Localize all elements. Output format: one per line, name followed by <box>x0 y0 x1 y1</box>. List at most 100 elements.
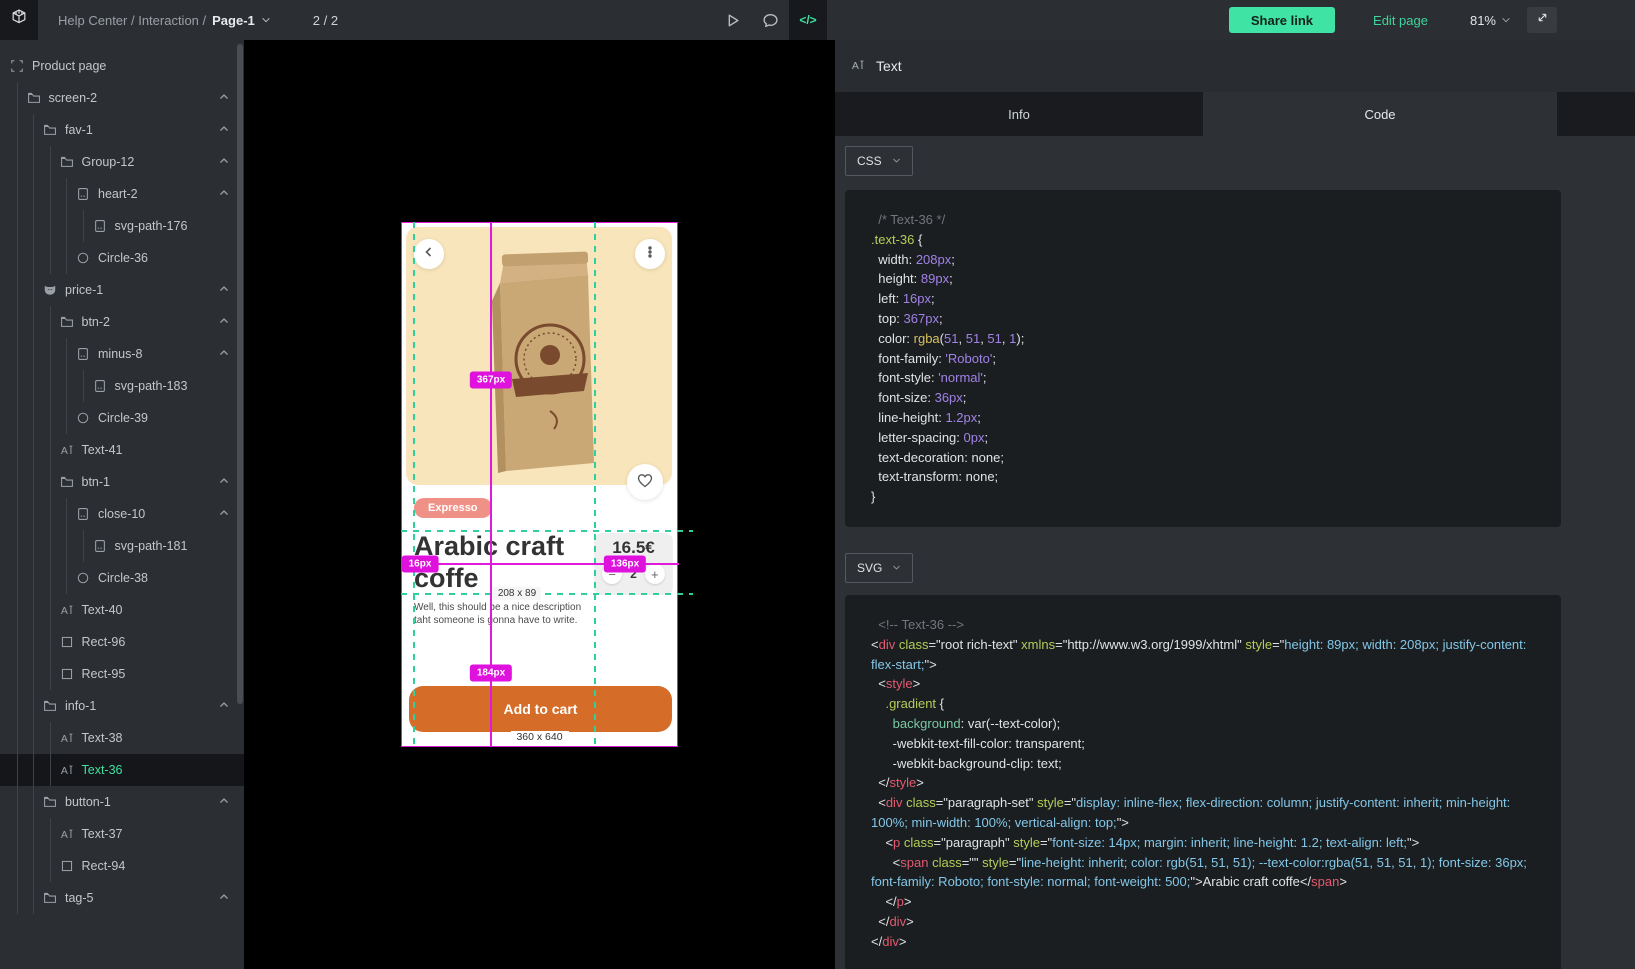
tree-indent-guide <box>17 82 18 114</box>
layer-row-rect-94[interactable]: Rect-94 <box>0 850 244 882</box>
play-icon[interactable] <box>713 0 751 40</box>
layer-row-rect-95[interactable]: Rect-95 <box>0 658 244 690</box>
layer-row-screen-2[interactable]: screen-2 <box>0 82 244 114</box>
rect-icon <box>60 635 74 649</box>
breadcrumb[interactable]: Help Center / Interaction / Page-1 <box>58 13 271 28</box>
code-line: -webkit-text-fill-color: transparent; <box>871 734 1541 754</box>
layer-row-circle-39[interactable]: Circle-39 <box>0 402 244 434</box>
chevron-up-icon[interactable] <box>218 891 230 903</box>
breadcrumb-prefix[interactable]: Help Center / Interaction / <box>58 13 206 28</box>
svg-code-block[interactable]: <!-- Text-36 --><div class="root rich-te… <box>845 595 1561 969</box>
layer-label: Rect-94 <box>82 859 126 873</box>
chevron-up-icon[interactable] <box>218 283 230 295</box>
code-line: height: 89px; <box>871 269 1541 289</box>
layer-row-text-41[interactable]: AText-41 <box>0 434 244 466</box>
fullscreen-icon <box>1536 11 1549 29</box>
edit-page-link[interactable]: Edit page <box>1373 13 1428 28</box>
layer-row-product page[interactable]: Product page <box>0 50 244 82</box>
tree-indent-guide <box>50 242 51 274</box>
chevron-down-icon[interactable] <box>261 13 271 28</box>
comment-icon[interactable] <box>751 0 789 40</box>
fullscreen-button[interactable] <box>1527 7 1557 33</box>
measure-badge-right: 136px <box>604 556 646 573</box>
layer-row-rect-96[interactable]: Rect-96 <box>0 626 244 658</box>
layer-label: btn-1 <box>82 475 111 489</box>
layer-row-circle-36[interactable]: Circle-36 <box>0 242 244 274</box>
tree-indent-guide <box>33 210 34 242</box>
layer-row-text-38[interactable]: AText-38 <box>0 722 244 754</box>
svg-text:A: A <box>60 829 67 841</box>
svg-format-dropdown[interactable]: SVG <box>845 553 913 583</box>
layer-row-button-1[interactable]: button-1 <box>0 786 244 818</box>
chevron-up-icon[interactable] <box>218 795 230 807</box>
layer-row-svg-path-181[interactable]: svg-path-181 <box>0 530 244 562</box>
tree-indent-guide <box>83 370 84 402</box>
zoom-level: 81% <box>1470 13 1496 28</box>
layer-row-close-10[interactable]: close-10 <box>0 498 244 530</box>
tree-indent-guide <box>83 530 84 562</box>
artboard-screen-2[interactable]: Expresso Arabic craft coffe 16.5€ − 2 + … <box>401 222 678 747</box>
chevron-up-icon[interactable] <box>218 475 230 487</box>
tree-indent-guide <box>17 626 18 658</box>
layer-row-minus-8[interactable]: minus-8 <box>0 338 244 370</box>
tree-indent-guide <box>17 498 18 530</box>
breadcrumb-current[interactable]: Page-1 <box>212 13 255 28</box>
description-line: taht someone is gonna have to write. <box>414 614 592 627</box>
chevron-up-icon[interactable] <box>218 347 230 359</box>
chevron-up-icon[interactable] <box>218 315 230 327</box>
svg-text:A: A <box>60 605 67 617</box>
design-canvas[interactable]: Expresso Arabic craft coffe 16.5€ − 2 + … <box>244 40 835 969</box>
share-link-button[interactable]: Share link <box>1229 7 1335 33</box>
add-to-cart-button[interactable]: Add to cart <box>409 686 672 732</box>
tree-indent-guide <box>33 850 34 882</box>
more-options-button[interactable] <box>635 239 665 269</box>
layer-row-info-1[interactable]: info-1 <box>0 690 244 722</box>
layer-label: Circle-36 <box>98 251 148 265</box>
layer-row-circle-38[interactable]: Circle-38 <box>0 562 244 594</box>
tree-indent-guide <box>50 370 51 402</box>
layer-row-heart-2[interactable]: heart-2 <box>0 178 244 210</box>
code-icon-glyph: </> <box>799 13 816 27</box>
layer-row-btn-2[interactable]: btn-2 <box>0 306 244 338</box>
layer-row-svg-path-183[interactable]: svg-path-183 <box>0 370 244 402</box>
css-code-block[interactable]: /* Text-36 */.text-36 { width: 208px; he… <box>845 190 1561 527</box>
chevron-down-icon <box>892 561 901 575</box>
css-format-dropdown[interactable]: CSS <box>845 146 913 176</box>
code-icon[interactable]: </> <box>789 0 827 40</box>
svg-text:A: A <box>60 445 67 457</box>
svg-text:A: A <box>60 733 67 745</box>
tab-code[interactable]: Code <box>1203 92 1557 136</box>
file-icon <box>76 187 90 201</box>
plus-icon[interactable]: + <box>645 564 665 584</box>
layer-row-btn-1[interactable]: btn-1 <box>0 466 244 498</box>
chevron-down-icon[interactable] <box>1501 13 1511 28</box>
zoom-control[interactable]: 81% <box>1470 13 1511 28</box>
tree-indent-guide <box>33 562 34 594</box>
chevron-up-icon[interactable] <box>218 91 230 103</box>
app-logo[interactable] <box>0 0 38 40</box>
tree-indent-guide <box>17 818 18 850</box>
chevron-up-icon[interactable] <box>218 507 230 519</box>
layer-row-text-37[interactable]: AText-37 <box>0 818 244 850</box>
frame-icon <box>10 59 24 73</box>
chevron-up-icon[interactable] <box>218 187 230 199</box>
tree-indent-guide <box>66 498 67 530</box>
product-tag[interactable]: Expresso <box>414 498 492 518</box>
chevron-up-icon[interactable] <box>218 155 230 167</box>
layer-row-svg-path-176[interactable]: svg-path-176 <box>0 210 244 242</box>
layer-row-group-12[interactable]: Group-12 <box>0 146 244 178</box>
tree-indent-guide <box>33 786 34 818</box>
sidebar-scrollbar[interactable] <box>237 44 243 704</box>
tab-info[interactable]: Info <box>835 92 1203 136</box>
layer-row-price-1[interactable]: price-1 <box>0 274 244 306</box>
svg-text:A: A <box>852 60 859 72</box>
layer-row-text-36[interactable]: AText-36 <box>0 754 244 786</box>
chevron-up-icon[interactable] <box>218 123 230 135</box>
back-button[interactable] <box>414 239 444 269</box>
layer-row-fav-1[interactable]: fav-1 <box>0 114 244 146</box>
favorite-button[interactable] <box>627 464 663 500</box>
chevron-up-icon[interactable] <box>218 699 230 711</box>
text-layer-icon: A <box>851 58 867 74</box>
layer-row-text-40[interactable]: AText-40 <box>0 594 244 626</box>
layer-row-tag-5[interactable]: tag-5 <box>0 882 244 914</box>
